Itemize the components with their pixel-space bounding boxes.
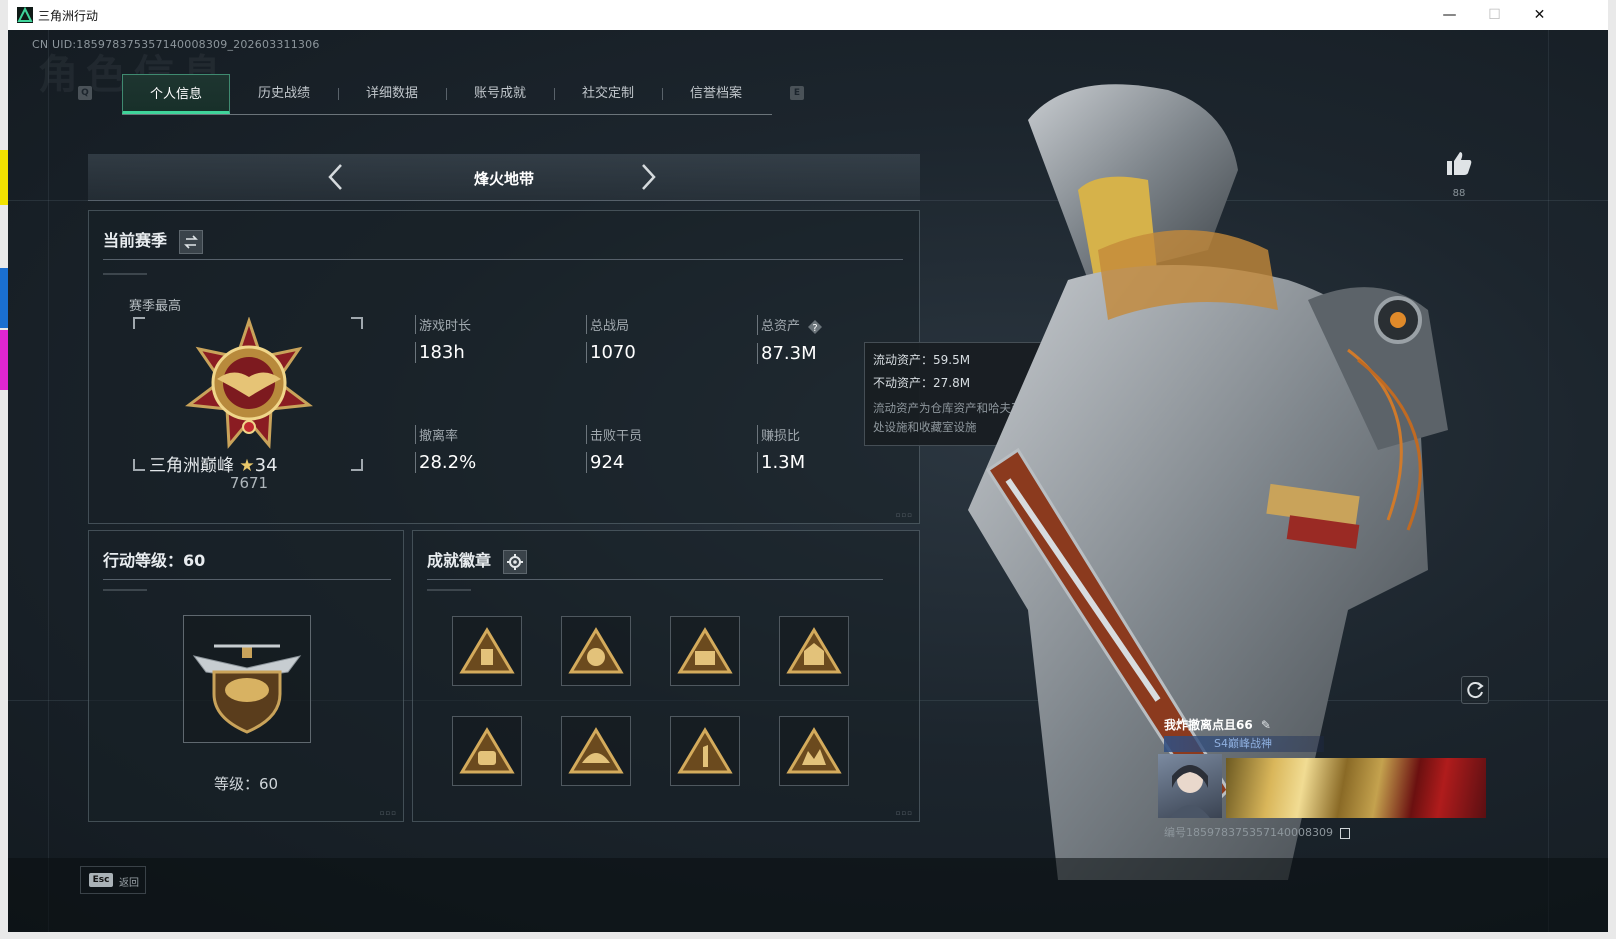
edit-icon[interactable]: ✎ [1261,718,1271,732]
like-count: 88 [1452,188,1466,199]
stat-extraction-rate: 撤离率 28.2% [415,425,476,473]
achievement-badge-7[interactable] [670,716,740,786]
season-panel: 当前赛季 赛季最高 三角洲巅峰 ★34 7671 游戏时长 183h 总战局 1… [88,210,920,524]
level-panel: 行动等级：60 等级：60 ▫▫▫ [88,530,404,822]
rank-name-line: 三角洲巅峰 ★34 [149,451,409,476]
season-best-label: 赛季最高 [129,299,182,314]
copy-icon[interactable] [1340,827,1351,839]
desktop-strip-blue [0,268,8,328]
refresh-icon [1467,682,1484,699]
desktop-strip-yellow [0,150,8,205]
window-title: 三角洲行动 [38,9,99,23]
stat-play-time: 游戏时长 183h [415,315,471,363]
achievement-badge-4[interactable] [779,616,849,686]
window-titlebar: 三角洲行动 — ☐ ✕ [8,0,1608,31]
tab-detailed-data[interactable]: 详细数据 [338,74,446,114]
thumbs-up-icon[interactable] [1445,150,1473,176]
achievement-badge-3[interactable] [670,616,740,686]
minimize-button[interactable]: — [1427,0,1472,30]
bottom-bar [8,858,1608,932]
helicopter-emblem-icon [192,644,302,734]
level-label: 等级：60 [213,775,279,793]
back-button[interactable]: Esc 返回 [80,866,146,894]
esc-key-icon: Esc [89,873,113,887]
achievement-badge-2[interactable] [561,616,631,686]
star-icon: ★ [239,456,255,476]
player-name: 我炸撤离点且66 [1164,718,1253,732]
mode-title: 烽火地带 [473,170,534,188]
tab-personal-info[interactable]: 个人信息 [122,74,230,114]
svg-text:?: ? [813,323,818,334]
player-title-badge: S4巅峰战神 [1164,736,1324,752]
rank-emblem-icon [185,317,313,449]
tab-credit-record[interactable]: 信誉档案 [662,74,770,114]
player-banner[interactable] [1226,758,1486,818]
stat-kills: 击败干员 924 [586,425,642,473]
tab-achievements[interactable]: 账号成就 [446,74,554,114]
stat-total-assets: 总资产 ? 87.3M [757,315,823,364]
achievements-title: 成就徽章 [427,551,492,570]
level-title: 行动等级：60 [103,551,206,570]
achievement-badge-6[interactable] [561,716,631,786]
achievements-header: 成就徽章 [427,547,527,574]
rank-name: 三角洲巅峰 [149,456,234,476]
app-icon [17,7,33,23]
back-label: 返回 [119,878,139,889]
stat-total-matches: 总战局 1070 [586,315,636,363]
tab-prev-key[interactable]: Q [78,86,92,100]
player-name-line: 我炸撤离点且66 ✎ [1164,716,1271,733]
mode-selector: 烽火地带 [88,154,920,201]
level-emblem-frame [183,615,311,743]
tab-next-key[interactable]: E [790,86,804,100]
player-card: 我炸撤离点且66 ✎ S4巅峰战神 编号1859783753571400083​… [1158,716,1488,846]
game-window: 角色信息 CN UID:185978375357140008309_202603… [8,30,1608,932]
maximize-button[interactable]: ☐ [1472,0,1517,30]
season-title: 当前赛季 [103,231,168,250]
season-header: 当前赛季 [103,227,203,254]
tab-history[interactable]: 历史战绩 [230,74,338,114]
player-id-line: 编号1859783753571400083​09 [1164,824,1351,840]
player-avatar[interactable] [1158,754,1222,818]
close-button[interactable]: ✕ [1517,0,1562,30]
uid-text: CN UID:185978375357140008309_20260331130… [32,38,320,51]
achievement-badge-1[interactable] [452,616,522,686]
gear-icon[interactable] [502,549,527,574]
achievement-badge-5[interactable] [452,716,522,786]
swap-icon[interactable] [178,229,203,254]
rank-stars: 34 [254,455,278,476]
stat-profit-ratio: 赚损比 1.3M [757,425,805,473]
like-widget[interactable]: 88 [1442,150,1476,199]
refresh-button[interactable] [1461,676,1489,704]
rank-score: 7671 [229,474,269,492]
tab-social[interactable]: 社交定制 [554,74,662,114]
desktop-strip-magenta [0,330,8,390]
achievement-badge-8[interactable] [779,716,849,786]
mode-next-arrow-icon[interactable] [636,162,660,192]
tabs: 个人信息 历史战绩 详细数据 账号成就 社交定制 信誉档案 [122,74,772,115]
help-icon[interactable]: ? [807,319,823,335]
